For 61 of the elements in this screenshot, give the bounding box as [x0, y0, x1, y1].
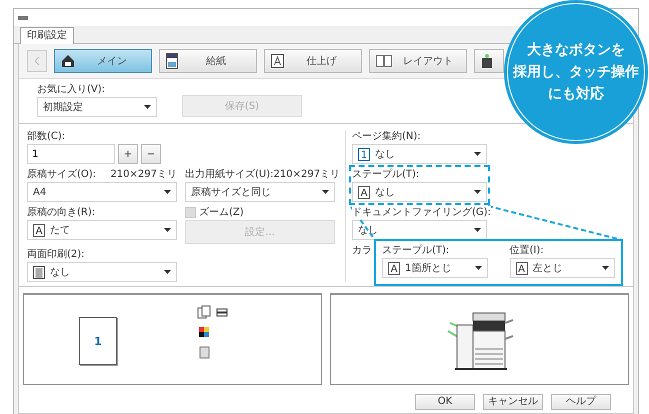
caret-icon	[144, 105, 151, 109]
dropdown[interactable]: 1 なし	[352, 144, 487, 164]
printer-icon	[18, 14, 28, 20]
field-label: 位置(I):	[510, 244, 544, 257]
dropdown[interactable]: 初期設定	[37, 97, 157, 117]
stack-icon	[481, 53, 493, 69]
dropdown[interactable]: A たて	[27, 220, 177, 240]
chevron-left-icon	[34, 57, 40, 65]
letter-icon: A	[388, 262, 400, 274]
caret-icon	[164, 228, 171, 232]
dropdown[interactable]: 原稿サイズと同じ	[185, 182, 335, 202]
dropdown[interactable]: A4	[27, 182, 177, 202]
caret-icon	[602, 266, 609, 270]
caret-icon	[474, 228, 481, 232]
field-label: ステープル(T):	[382, 244, 450, 257]
caret-icon	[322, 190, 329, 194]
dialog-button[interactable]: キャンセル	[483, 394, 543, 410]
nav-button[interactable]: 給紙	[159, 49, 257, 73]
letter-icon: A	[516, 262, 528, 274]
letter-icon: A	[358, 186, 370, 198]
letter-icon: A	[33, 224, 45, 236]
page-preview: 1	[79, 317, 117, 365]
dropdown[interactable]: なし	[27, 262, 177, 282]
nav-button[interactable]: レイアウト	[369, 49, 467, 73]
field-label: 部数(C):	[27, 130, 66, 143]
field-label: 原稿の向き(R):	[27, 206, 96, 219]
nav-button[interactable]: 仕上げ	[264, 49, 362, 73]
paper-tray-icon	[166, 53, 178, 69]
size-note: 210×297ミリ	[110, 168, 177, 181]
dialog-button[interactable]: OK	[415, 394, 475, 410]
field-label: 原稿サイズ(O):	[27, 168, 96, 181]
checkbox-label: ズーム(Z)	[199, 206, 244, 219]
field-label: ドキュメントファイリング(G):	[352, 206, 491, 219]
page-number-icon: 1	[358, 148, 370, 160]
letter-icon	[271, 54, 284, 68]
size-note: 210×297ミリ	[274, 168, 340, 181]
nav-button[interactable]	[474, 49, 504, 73]
field-label: お気に入り(V):	[37, 83, 106, 96]
home-icon	[61, 54, 75, 68]
decrement-button[interactable]: −	[141, 144, 161, 164]
caret-icon	[164, 270, 171, 274]
lines-icon	[33, 266, 45, 278]
field-label: 出力用紙サイズ(U):	[185, 168, 274, 181]
nav-button[interactable]: メイン	[54, 49, 152, 73]
field-label: 両面印刷(2):	[27, 248, 85, 261]
dropdown[interactable]: A 1箇所とじ	[382, 258, 488, 278]
field-label: ページ集約(N):	[352, 130, 421, 143]
field-label: ステープル(T):	[352, 168, 420, 181]
back-button[interactable]	[27, 50, 47, 72]
field-label: カラ	[352, 244, 372, 257]
two-page-icon	[376, 55, 392, 67]
caret-icon	[164, 190, 171, 194]
caret-icon	[474, 152, 481, 156]
caret-icon	[474, 190, 481, 194]
increment-button[interactable]: +	[118, 144, 138, 164]
caret-icon	[474, 266, 482, 270]
tab[interactable]: 印刷設定	[20, 27, 74, 44]
dropdown[interactable]: A 左とじ	[510, 258, 615, 278]
dialog-button[interactable]: ヘルプ	[551, 394, 611, 410]
copies-field[interactable]: 1	[27, 144, 115, 164]
dropdown[interactable]: A なし	[352, 182, 487, 202]
